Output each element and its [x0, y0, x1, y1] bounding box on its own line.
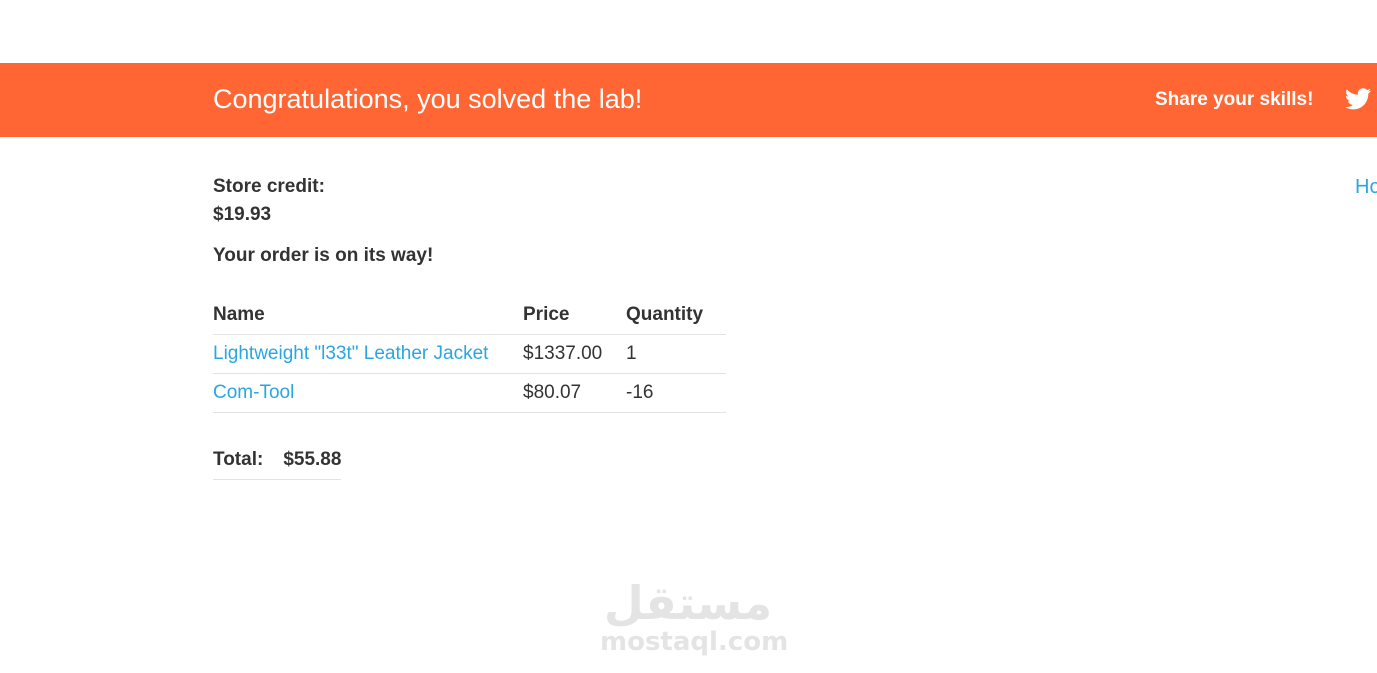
- item-price-cell: $1337.00: [523, 334, 626, 374]
- banner-title: Congratulations, you solved the lab!: [213, 84, 643, 114]
- store-credit-value: $19.93: [213, 204, 272, 225]
- watermark-arabic-text: مستقل: [603, 576, 773, 630]
- watermark-logo: مستقل mostaql.com: [600, 576, 789, 657]
- home-link[interactable]: Home: [1355, 176, 1377, 199]
- item-price-cell: $80.07: [523, 373, 626, 413]
- store-credit-label: Store credit:: [213, 176, 325, 197]
- share-skills-label: Share your skills!: [1155, 89, 1314, 110]
- item-name-cell: Com-Tool: [213, 373, 523, 413]
- table-row: Com-Tool $80.07 -16: [213, 373, 726, 413]
- twitter-icon[interactable]: [1345, 88, 1371, 110]
- order-items-table: Name Price Quantity Lightweight "l33t" L…: [213, 296, 726, 413]
- product-link[interactable]: Com-Tool: [213, 382, 294, 403]
- table-row: Lightweight "l33t" Leather Jacket $1337.…: [213, 334, 726, 374]
- item-name-cell: Lightweight "l33t" Leather Jacket: [213, 334, 523, 374]
- total-label: Total:: [213, 441, 284, 480]
- total-row: Total: $55.88: [213, 441, 342, 480]
- order-total-table: Total: $55.88: [213, 441, 342, 480]
- watermark-domain-text: mostaql.com: [600, 627, 789, 657]
- column-header-name: Name: [213, 296, 523, 335]
- total-value: $55.88: [283, 441, 342, 480]
- item-quantity-cell: -16: [626, 373, 726, 413]
- product-link[interactable]: Lightweight "l33t" Leather Jacket: [213, 343, 488, 364]
- column-header-quantity: Quantity: [626, 296, 726, 335]
- column-header-price: Price: [523, 296, 626, 335]
- lab-solved-banner: Congratulations, you solved the lab! Sha…: [0, 63, 1377, 137]
- table-header-row: Name Price Quantity: [213, 296, 726, 335]
- order-confirmation-message: Your order is on its way!: [213, 245, 434, 266]
- item-quantity-cell: 1: [626, 334, 726, 374]
